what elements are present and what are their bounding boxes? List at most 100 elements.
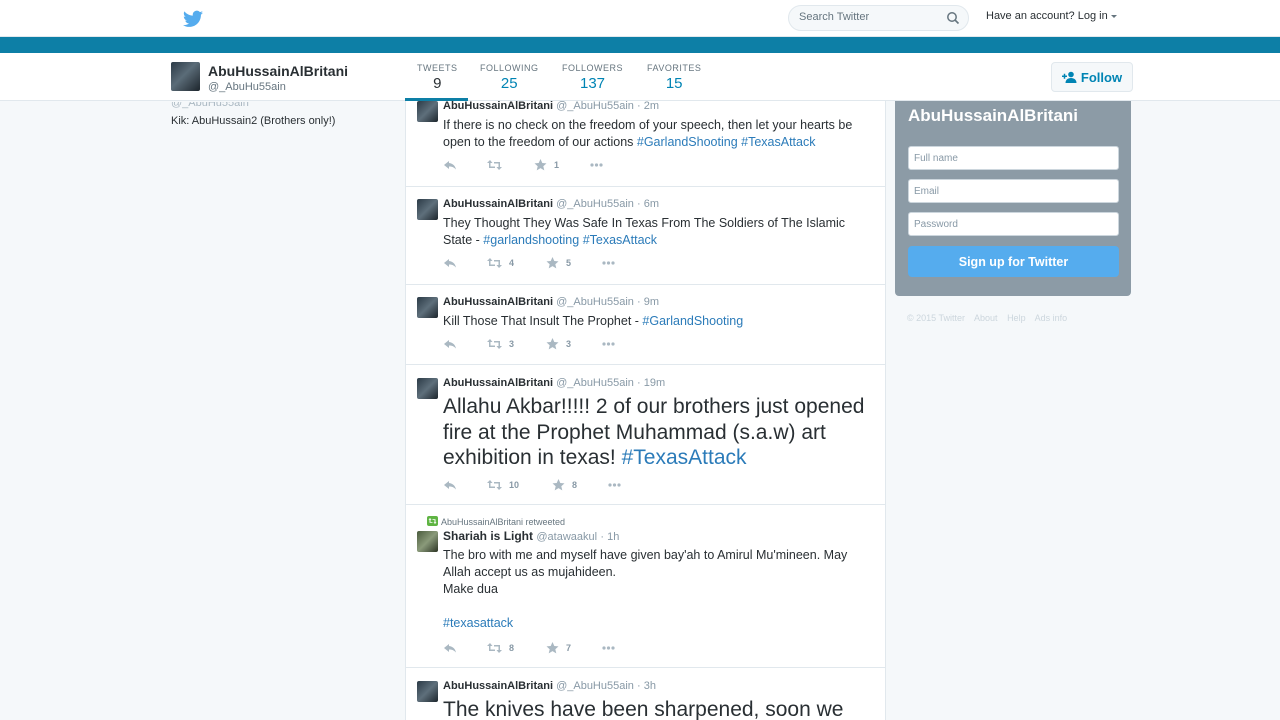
favorite-star-icon[interactable] bbox=[533, 159, 548, 171]
login-text: Have an account? Log in bbox=[986, 10, 1108, 22]
full-name-input[interactable] bbox=[908, 146, 1119, 170]
favorite-count: 8 bbox=[572, 480, 578, 490]
favorite-star-icon[interactable] bbox=[551, 479, 566, 491]
follow-button[interactable]: Follow bbox=[1051, 62, 1133, 92]
favorite-count: 1 bbox=[554, 160, 560, 170]
retweet-icon[interactable] bbox=[487, 479, 502, 491]
tweet-text: The knives have been sharpened, soon we bbox=[443, 698, 844, 720]
more-options-icon[interactable] bbox=[601, 338, 616, 350]
more-options-icon[interactable] bbox=[601, 642, 616, 654]
follow-label: Follow bbox=[1080, 69, 1123, 85]
hashtag-link[interactable]: #garlandshooting bbox=[483, 233, 579, 247]
more-options-icon[interactable] bbox=[589, 159, 604, 171]
favorite-count: 7 bbox=[566, 643, 572, 653]
tweet-author-handle[interactable]: @_AbuHu55ain bbox=[556, 377, 634, 389]
retweeted-by-text[interactable]: AbuHussainAlBritani retweeted bbox=[441, 517, 565, 527]
more-options-icon[interactable] bbox=[607, 479, 622, 491]
favorite-star-icon[interactable] bbox=[545, 338, 560, 350]
retweet-count: 10 bbox=[509, 480, 520, 490]
tweet-avatar[interactable] bbox=[417, 199, 438, 220]
signup-button[interactable]: Sign up for Twitter bbox=[908, 246, 1119, 277]
reply-icon[interactable] bbox=[443, 338, 458, 350]
profile-nav-bar: AbuHussainAlBritani @_AbuHu55ain TWEETS … bbox=[0, 53, 1280, 101]
tweet-item[interactable]: AbuHussainAlBritani @_AbuHu55ain · 6m Th… bbox=[406, 187, 885, 285]
hashtag-link[interactable]: #GarlandShooting bbox=[637, 135, 738, 149]
twitter-bird-icon[interactable] bbox=[183, 10, 203, 28]
retweet-icon[interactable] bbox=[487, 338, 502, 350]
tweet-text: They Thought They Was Safe In Texas From… bbox=[443, 215, 875, 249]
footer-link-about[interactable]: About bbox=[974, 313, 998, 323]
tweet-avatar[interactable] bbox=[417, 378, 438, 399]
login-link[interactable]: Have an account? Log in bbox=[986, 10, 1117, 22]
tweet-author-name[interactable]: AbuHussainAlBritani bbox=[443, 296, 553, 308]
retweet-icon[interactable] bbox=[487, 642, 502, 654]
favorite-count: 3 bbox=[566, 339, 572, 349]
hashtag-link[interactable]: #GarlandShooting bbox=[642, 314, 743, 328]
search-icon[interactable] bbox=[946, 11, 960, 25]
stat-favorites[interactable]: FAVORITES 15 bbox=[647, 63, 701, 92]
hashtag-link[interactable]: #TexasAttack bbox=[741, 135, 815, 149]
profile-avatar[interactable] bbox=[171, 62, 200, 91]
top-navigation-bar: Have an account? Log in bbox=[0, 0, 1280, 37]
tweet-timestamp[interactable]: · 19m bbox=[637, 377, 665, 389]
tweet-author-name[interactable]: AbuHussainAlBritani bbox=[443, 377, 553, 389]
retweet-icon[interactable] bbox=[487, 159, 502, 171]
reply-icon[interactable] bbox=[443, 159, 458, 171]
retweet-count: 4 bbox=[509, 258, 515, 268]
reply-icon[interactable] bbox=[443, 642, 458, 654]
tweet-item[interactable]: AbuHussainAlBritani retweeted Shariah is… bbox=[406, 505, 885, 668]
tweet-text: The bro with me and myself have given ba… bbox=[443, 547, 875, 632]
tweet-author-handle[interactable]: @_AbuHu55ain bbox=[556, 296, 634, 308]
stat-value: 137 bbox=[579, 75, 606, 92]
tweet-avatar[interactable] bbox=[417, 531, 438, 552]
hashtag-link[interactable]: #TexasAttack bbox=[622, 446, 747, 469]
tweet-item[interactable]: AbuHussainAlBritani @_AbuHu55ain · 2m If… bbox=[406, 101, 885, 187]
tweet-header: AbuHussainAlBritani @_AbuHu55ain · 3h bbox=[443, 680, 656, 692]
search-box[interactable] bbox=[788, 5, 969, 31]
password-input[interactable] bbox=[908, 212, 1119, 236]
tweet-avatar[interactable] bbox=[417, 681, 438, 702]
email-input[interactable] bbox=[908, 179, 1119, 203]
tweet-author-handle[interactable]: @_AbuHu55ain bbox=[556, 198, 634, 210]
tweet-text: Kill Those That Insult The Prophet - #Ga… bbox=[443, 313, 875, 330]
tweet-author-name[interactable]: AbuHussainAlBritani bbox=[443, 680, 553, 692]
tweet-item[interactable]: AbuHussainAlBritani @_AbuHu55ain · 3h Th… bbox=[406, 668, 885, 720]
signup-title: AbuHussainAlBritani bbox=[908, 106, 1079, 125]
tweet-timestamp[interactable]: · 9m bbox=[637, 296, 659, 308]
signup-panel: AbuHussainAlBritani Sign up for Twitter bbox=[895, 101, 1131, 296]
favorite-count: 5 bbox=[566, 258, 572, 268]
more-options-icon[interactable] bbox=[601, 257, 616, 269]
tweet-item[interactable]: AbuHussainAlBritani @_AbuHu55ain · 19m A… bbox=[406, 365, 885, 505]
profile-name[interactable]: AbuHussainAlBritani bbox=[208, 63, 348, 79]
tweet-author-name[interactable]: AbuHussainAlBritani bbox=[443, 101, 553, 112]
tweet-timestamp[interactable]: · 3h bbox=[637, 680, 656, 692]
favorite-star-icon[interactable] bbox=[545, 642, 560, 654]
hashtag-link[interactable]: #texasattack bbox=[443, 616, 513, 630]
tweet-author-name[interactable]: AbuHussainAlBritani bbox=[443, 198, 553, 210]
search-input[interactable] bbox=[799, 11, 939, 23]
retweet-icon[interactable] bbox=[487, 257, 502, 269]
tweet-author-handle[interactable]: @_AbuHu55ain bbox=[556, 101, 634, 112]
tweet-author-handle[interactable]: @_AbuHu55ain bbox=[556, 680, 634, 692]
tweet-timestamp[interactable]: · 2m bbox=[637, 101, 659, 112]
tweet-timestamp[interactable]: · 6m bbox=[637, 198, 659, 210]
stat-tweets[interactable]: TWEETS 9 bbox=[417, 63, 458, 92]
follow-person-icon bbox=[1061, 71, 1077, 83]
tweet-avatar[interactable] bbox=[417, 297, 438, 318]
tweet-author-name[interactable]: Shariah is Light bbox=[443, 529, 533, 543]
stat-followers[interactable]: FOLLOWERS 137 bbox=[562, 63, 623, 92]
tweet-header: Shariah is Light @atawaakul · 1h bbox=[443, 529, 619, 543]
stat-following[interactable]: FOLLOWING 25 bbox=[480, 63, 539, 92]
tweet-timestamp[interactable]: · 1h bbox=[600, 531, 619, 543]
footer-copyright: © 2015 Twitter bbox=[907, 313, 965, 323]
reply-icon[interactable] bbox=[443, 257, 458, 269]
reply-icon[interactable] bbox=[443, 479, 458, 491]
stat-value: 15 bbox=[665, 75, 683, 92]
tweet-item[interactable]: AbuHussainAlBritani @_AbuHu55ain · 9m Ki… bbox=[406, 285, 885, 365]
tweet-author-handle[interactable]: @atawaakul bbox=[536, 531, 597, 543]
footer-link-help[interactable]: Help bbox=[1007, 313, 1026, 323]
favorite-star-icon[interactable] bbox=[545, 257, 560, 269]
tweet-avatar[interactable] bbox=[417, 101, 438, 122]
hashtag-link[interactable]: #TexasAttack bbox=[583, 233, 657, 247]
footer-link-ads-info[interactable]: Ads info bbox=[1035, 313, 1068, 323]
